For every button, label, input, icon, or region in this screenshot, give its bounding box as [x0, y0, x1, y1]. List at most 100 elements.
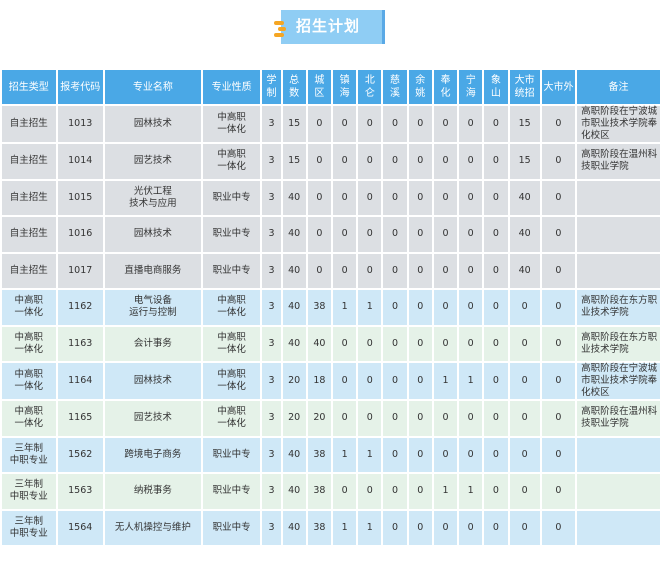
- fenghua-cell: 0: [433, 180, 458, 215]
- fenghua-cell: 1: [433, 363, 458, 399]
- total-cell: 40: [282, 217, 306, 252]
- major-nature-cell: 职业中专: [202, 474, 261, 509]
- chengqu-cell: 0: [307, 106, 331, 142]
- cixi-cell: 0: [383, 510, 407, 545]
- cixi-cell: 0: [383, 106, 407, 142]
- dashi-cell: 40: [509, 217, 540, 252]
- xiangshan-cell: 0: [484, 437, 508, 472]
- enroll-type-cell: 中高职 一体化: [2, 290, 56, 325]
- years-cell: 3: [262, 437, 281, 472]
- total-cell: 40: [282, 180, 306, 215]
- column-header: 备注: [577, 70, 660, 104]
- yuyao-cell: 0: [408, 510, 432, 545]
- table-row: 中高职 一体化 1163 会计事务 中高职 一体化 3 40 40 0 0 0 0 0 0 0 0 0 高职阶段在东…: [2, 326, 660, 361]
- years-cell: 3: [262, 217, 281, 252]
- zhenhai-cell: 1: [332, 290, 357, 325]
- page-title: 招生计划: [296, 17, 361, 35]
- yuyao-cell: 0: [408, 217, 432, 252]
- cixi-cell: 0: [383, 474, 407, 509]
- chengqu-cell: 40: [307, 326, 331, 361]
- fenghua-cell: 1: [433, 474, 458, 509]
- column-header: 奉化: [433, 70, 458, 104]
- exam-code-cell: 1014: [57, 144, 103, 179]
- exam-code-cell: 1162: [57, 290, 103, 325]
- dashi-cell: 0: [509, 363, 540, 399]
- dashiwai-cell: 0: [541, 253, 576, 288]
- major-name-cell: 园艺技术: [104, 401, 201, 436]
- dashiwai-cell: 0: [541, 290, 576, 325]
- exam-code-cell: 1013: [57, 106, 103, 142]
- column-header: 大市 统招: [509, 70, 540, 104]
- total-cell: 20: [282, 363, 306, 399]
- xiangshan-cell: 0: [484, 326, 508, 361]
- major-nature-cell: 职业中专: [202, 180, 261, 215]
- total-cell: 40: [282, 253, 306, 288]
- table-row: 自主招生 1015 光伏工程 技术与应用 职业中专 3 40 0 0 0 0 0 0 0 0 40 0: [2, 180, 660, 215]
- zhenhai-cell: 0: [332, 180, 357, 215]
- beilun-cell: 0: [358, 144, 382, 179]
- dashi-cell: 40: [509, 253, 540, 288]
- note-cell: 高职阶段在温州科 技职业学院: [577, 401, 660, 436]
- table-row: 自主招生 1016 园林技术 职业中专 3 40 0 0 0 0 0 0 0 0 40 0: [2, 217, 660, 252]
- major-name-cell: 园林技术: [104, 363, 201, 399]
- enroll-type-cell: 三年制 中职专业: [2, 437, 56, 472]
- total-cell: 40: [282, 290, 306, 325]
- fenghua-cell: 0: [433, 217, 458, 252]
- enroll-type-cell: 自主招生: [2, 144, 56, 179]
- table-row: 自主招生 1013 园林技术 中高职 一体化 3 15 0 0 0 0 0 0 0 0 15 0 高职阶段在宁波城…: [2, 106, 660, 142]
- table-row: 中高职 一体化 1162 电气设备 运行与控制 中高职 一体化 3 40 38 1 1 0 0 0 0 0 0 0 高…: [2, 290, 660, 325]
- table-row: 中高职 一体化 1164 园林技术 中高职 一体化 3 20 18 0 0 0 0 1 1 0 0 0 高职阶段在宁…: [2, 363, 660, 399]
- column-header: 城区: [307, 70, 331, 104]
- ninghai-cell: 0: [459, 253, 483, 288]
- zhenhai-cell: 0: [332, 474, 357, 509]
- yuyao-cell: 0: [408, 437, 432, 472]
- note-cell: 高职阶段在宁波城 市职业技术学院奉 化校区: [577, 363, 660, 399]
- major-nature-cell: 中高职 一体化: [202, 326, 261, 361]
- ninghai-cell: 0: [459, 510, 483, 545]
- beilun-cell: 0: [358, 253, 382, 288]
- major-name-cell: 园艺技术: [104, 144, 201, 179]
- chengqu-cell: 20: [307, 401, 331, 436]
- beilun-cell: 0: [358, 363, 382, 399]
- beilun-cell: 0: [358, 326, 382, 361]
- yuyao-cell: 0: [408, 474, 432, 509]
- dashi-cell: 40: [509, 180, 540, 215]
- total-cell: 40: [282, 437, 306, 472]
- note-cell: 高职阶段在温州科 技职业学院: [577, 144, 660, 179]
- major-nature-cell: 职业中专: [202, 437, 261, 472]
- dashiwai-cell: 0: [541, 510, 576, 545]
- dashiwai-cell: 0: [541, 144, 576, 179]
- note-cell: [577, 437, 660, 472]
- exam-code-cell: 1564: [57, 510, 103, 545]
- cixi-cell: 0: [383, 326, 407, 361]
- zhenhai-cell: 0: [332, 326, 357, 361]
- table-row: 自主招生 1017 直播电商服务 职业中专 3 40 0 0 0 0 0 0 0 0 40 0: [2, 253, 660, 288]
- beilun-cell: 0: [358, 217, 382, 252]
- dashiwai-cell: 0: [541, 217, 576, 252]
- column-header: 慈溪: [383, 70, 407, 104]
- ninghai-cell: 0: [459, 326, 483, 361]
- column-header: 总数: [282, 70, 306, 104]
- table-row: 三年制 中职专业 1562 跨境电子商务 职业中专 3 40 38 1 1 0 0 0 0 0 0 0: [2, 437, 660, 472]
- xiangshan-cell: 0: [484, 474, 508, 509]
- ninghai-cell: 0: [459, 401, 483, 436]
- cixi-cell: 0: [383, 144, 407, 179]
- total-cell: 40: [282, 326, 306, 361]
- chengqu-cell: 0: [307, 144, 331, 179]
- enroll-type-cell: 中高职 一体化: [2, 363, 56, 399]
- cixi-cell: 0: [383, 290, 407, 325]
- xiangshan-cell: 0: [484, 144, 508, 179]
- exam-code-cell: 1165: [57, 401, 103, 436]
- major-name-cell: 光伏工程 技术与应用: [104, 180, 201, 215]
- exam-code-cell: 1016: [57, 217, 103, 252]
- column-header: 北仑: [358, 70, 382, 104]
- cixi-cell: 0: [383, 401, 407, 436]
- exam-code-cell: 1017: [57, 253, 103, 288]
- note-cell: [577, 180, 660, 215]
- dashi-cell: 0: [509, 290, 540, 325]
- beilun-cell: 1: [358, 437, 382, 472]
- years-cell: 3: [262, 180, 281, 215]
- cixi-cell: 0: [383, 363, 407, 399]
- exam-code-cell: 1164: [57, 363, 103, 399]
- yuyao-cell: 0: [408, 253, 432, 288]
